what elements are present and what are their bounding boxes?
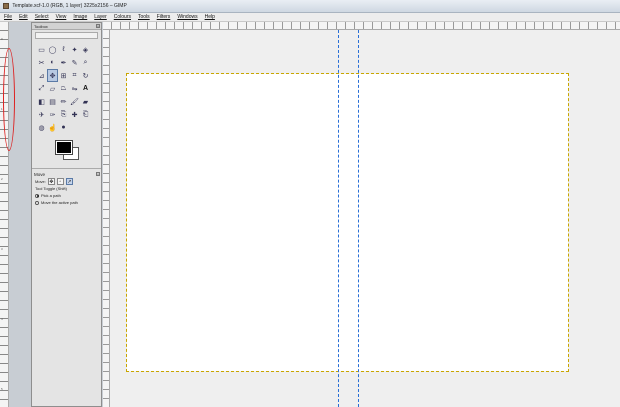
radio-pick-path[interactable] <box>35 193 39 198</box>
move-selection-icon[interactable]: ▫ <box>56 178 64 185</box>
divider <box>32 168 101 169</box>
ellipse-select-icon[interactable]: ◯ <box>47 43 58 56</box>
tool-options-title: Move <box>34 172 46 177</box>
menu-bar: File Edit Select View Image Layer Colour… <box>0 13 620 22</box>
toolbox-panel: Toolbox x ▭ ◯ ℓ ✦ ◈ ✂ ◐ ✒ ✎ ⌕ ⊿ ✥ ⊞ ⌗ ↻ ⤢ ▱ ⏢ ⇋ A ◧ ▤ ✏ 🖌 ▰ ✈ ✑ ⎘ ✚ ⎗… <box>31 22 102 407</box>
window-titlebar: Template.xcf-1.0 (RGB, 1 layer) 3225x215… <box>0 0 620 13</box>
canvas-workspace[interactable] <box>110 30 620 407</box>
vertical-guide[interactable] <box>358 30 359 407</box>
ruler-tick-label: 4 <box>1 317 3 321</box>
shear-icon[interactable]: ▱ <box>47 82 58 95</box>
dodge-burn-icon[interactable]: ● <box>58 121 69 134</box>
scale-icon[interactable]: ⤢ <box>36 82 47 95</box>
menu-tools[interactable]: Tools <box>138 13 150 21</box>
perspective-clone-icon[interactable]: ⎗ <box>80 108 91 121</box>
menu-file[interactable]: File <box>4 13 12 21</box>
menu-select[interactable]: Select <box>35 13 49 21</box>
bucket-fill-icon[interactable]: ◧ <box>36 95 47 108</box>
menu-layer[interactable]: Layer <box>94 13 107 21</box>
tool-grid: ▭ ◯ ℓ ✦ ◈ ✂ ◐ ✒ ✎ ⌕ ⊿ ✥ ⊞ ⌗ ↻ ⤢ ▱ ⏢ ⇋ A ◧ ▤ ✏ 🖌 ▰ ✈ ✑ ⎘ ✚ ⎗ ◍ ☝ ● <box>32 41 101 136</box>
zoom-icon[interactable]: ⌕ <box>80 56 91 69</box>
radio-move-active-path[interactable] <box>35 200 39 205</box>
toolbox-drop-area[interactable] <box>35 32 98 39</box>
color-select-icon[interactable]: ◈ <box>80 43 91 56</box>
flip-icon[interactable]: ⇋ <box>69 82 80 95</box>
ruler-tick-label: 2 <box>1 177 3 181</box>
option-move-active-path[interactable]: Move the active path <box>32 199 101 206</box>
rect-select-icon[interactable]: ▭ <box>36 43 47 56</box>
move-icon[interactable]: ✥ <box>47 69 58 82</box>
option-label: Pick a path <box>41 193 61 198</box>
tool-toggle-label: Tool Toggle (Shift) <box>35 186 67 191</box>
measure-icon[interactable]: ⊿ <box>36 69 47 82</box>
ruler-tick-label: 0 <box>1 37 3 41</box>
gimp-app-icon <box>3 2 9 9</box>
annotation-highlight-oval <box>3 48 15 151</box>
menu-filters[interactable]: Filters <box>157 13 171 21</box>
eraser-icon[interactable]: ▰ <box>80 95 91 108</box>
option-label: Move the active path <box>41 200 78 205</box>
move-layer-icon[interactable]: ✥ <box>47 178 55 185</box>
toolbox-header: Toolbox x <box>32 23 101 30</box>
close-icon[interactable]: x <box>96 24 100 28</box>
close-icon[interactable]: x <box>96 172 100 176</box>
ruler-tick-label: 3 <box>1 247 3 251</box>
smudge-icon[interactable]: ☝ <box>47 121 58 134</box>
move-path-icon[interactable]: ↗ <box>65 178 73 185</box>
foreground-select-icon[interactable]: ◐ <box>47 56 58 69</box>
toolbox-title: Toolbox <box>34 24 48 29</box>
rotate-icon[interactable]: ↻ <box>80 69 91 82</box>
ink-icon[interactable]: ✑ <box>47 108 58 121</box>
color-swatches <box>54 140 101 164</box>
clone-icon[interactable]: ⎘ <box>58 108 69 121</box>
blur-icon[interactable]: ◍ <box>36 121 47 134</box>
color-picker-icon[interactable]: ✎ <box>69 56 80 69</box>
menu-edit[interactable]: Edit <box>19 13 28 21</box>
top-ruler[interactable] <box>103 22 620 30</box>
align-icon[interactable]: ⊞ <box>58 69 69 82</box>
paintbrush-icon[interactable]: 🖌 <box>69 95 80 108</box>
pencil-icon[interactable]: ✏ <box>58 95 69 108</box>
tool-toggle-row: Tool Toggle (Shift) <box>32 185 101 192</box>
blend-icon[interactable]: ▤ <box>47 95 58 108</box>
move-mode-row: Move: ✥ ▫ ↗ <box>32 178 101 185</box>
scissors-icon[interactable]: ✂ <box>36 56 47 69</box>
image-left-ruler[interactable] <box>103 30 110 407</box>
image-canvas[interactable] <box>126 73 569 372</box>
image-window <box>103 22 620 407</box>
fuzzy-select-icon[interactable]: ✦ <box>69 43 80 56</box>
foreground-color-swatch[interactable] <box>55 140 73 155</box>
heal-icon[interactable]: ✚ <box>69 108 80 121</box>
lasso-icon[interactable]: ℓ <box>58 43 69 56</box>
text-icon[interactable]: A <box>80 82 91 95</box>
vertical-guide[interactable] <box>338 30 339 407</box>
menu-help[interactable]: Help <box>205 13 215 21</box>
paths-icon[interactable]: ✒ <box>58 56 69 69</box>
option-pick-path[interactable]: Pick a path <box>32 192 101 199</box>
menu-colours[interactable]: Colours <box>114 13 131 21</box>
crop-icon[interactable]: ⌗ <box>69 69 80 82</box>
ruler-tick-label: 5 <box>1 387 3 391</box>
tool-options-header: Move x <box>32 171 101 178</box>
window-title: Template.xcf-1.0 (RGB, 1 layer) 3225x215… <box>12 3 127 9</box>
menu-image[interactable]: Image <box>73 13 87 21</box>
perspective-icon[interactable]: ⏢ <box>58 82 69 95</box>
menu-windows[interactable]: Windows <box>177 13 197 21</box>
menu-view[interactable]: View <box>56 13 67 21</box>
airbrush-icon[interactable]: ✈ <box>36 108 47 121</box>
move-label: Move: <box>35 179 46 184</box>
